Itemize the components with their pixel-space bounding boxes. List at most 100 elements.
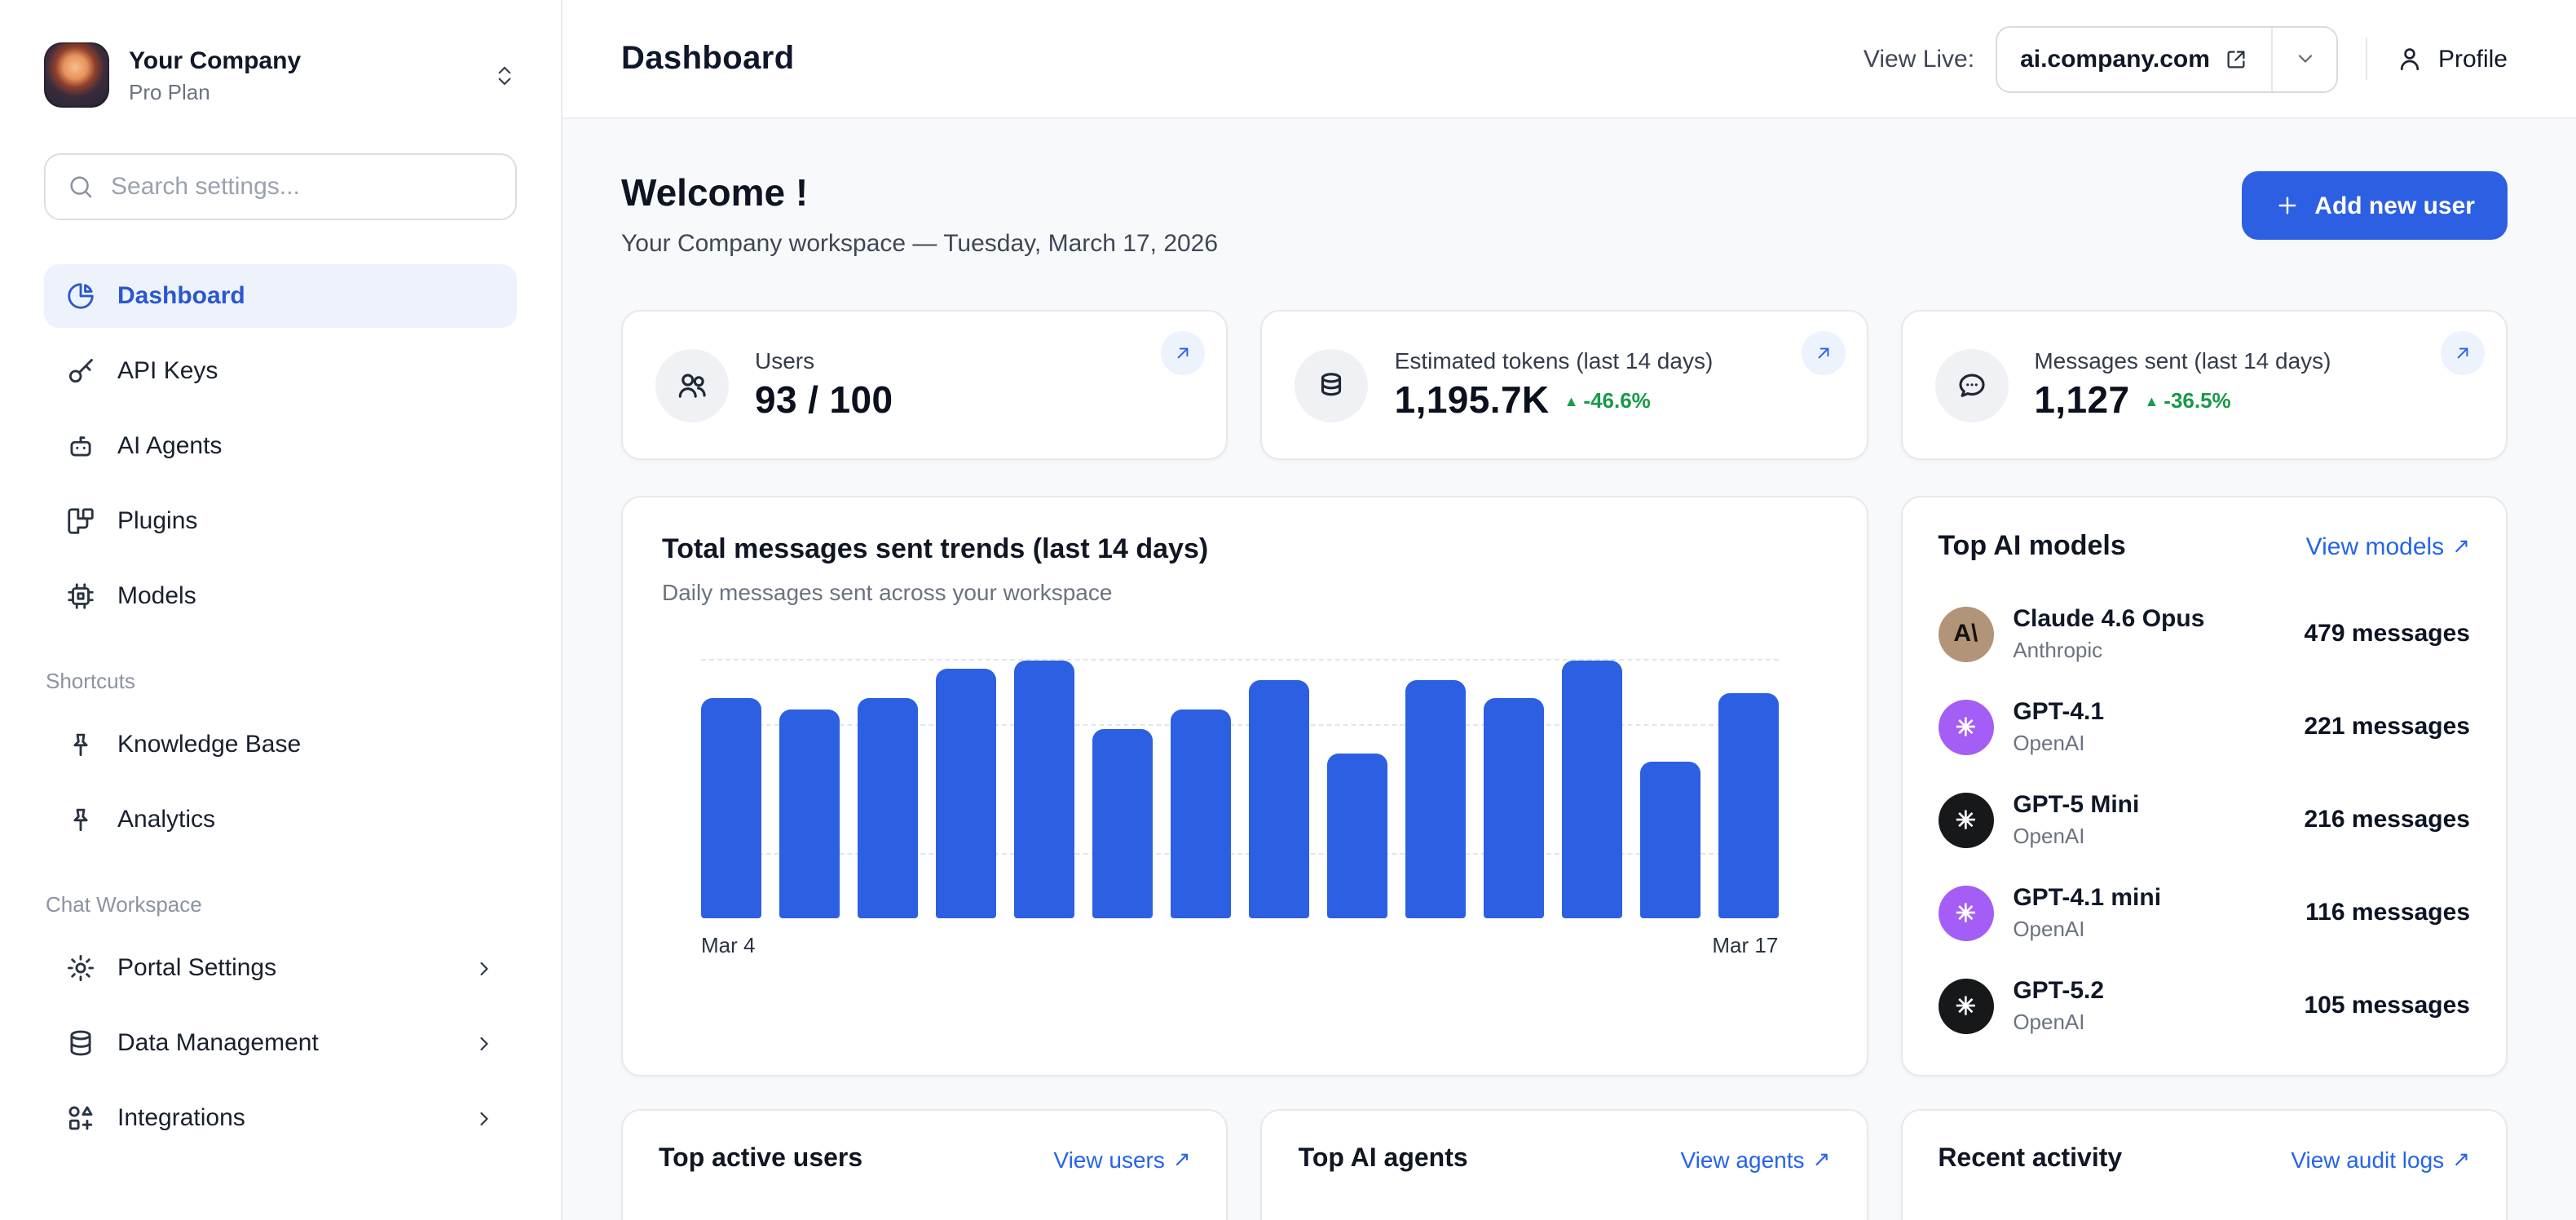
- model-avatar: ✳: [1938, 792, 1993, 847]
- model-provider: OpenAI: [2013, 1010, 2104, 1034]
- x-axis-label-start: Mar 4: [701, 933, 755, 957]
- arrow-up-right-icon: ↗: [1173, 1147, 1191, 1173]
- chevron-right-icon: [473, 1032, 496, 1054]
- workspace-name: Your Company: [129, 46, 301, 74]
- sidebar-item-label: Integrations: [117, 1104, 245, 1132]
- pie-chart-icon: [65, 281, 96, 312]
- chevron-right-icon: [473, 957, 496, 979]
- welcome-subheading: Your Company workspace — Tuesday, March …: [621, 230, 1218, 258]
- stat-open-link[interactable]: [1801, 331, 1845, 375]
- chart-bar: [779, 709, 840, 918]
- sidebar-item-models[interactable]: Models: [44, 564, 517, 628]
- top-active-users-card: Top active users View users ↗: [621, 1109, 1228, 1220]
- top-ai-models-card: Top AI models View models ↗ A\ Claude 4.…: [1900, 496, 2508, 1076]
- bar-chart: [701, 661, 1778, 918]
- chart-bar: [1639, 761, 1700, 918]
- live-domain-control: ai.company.com: [1996, 25, 2339, 92]
- sidebar-item-analytics[interactable]: Analytics: [44, 788, 517, 851]
- view-models-link[interactable]: View models ↗: [2306, 533, 2470, 560]
- stat-open-link[interactable]: [2441, 331, 2485, 375]
- model-message-count: 105 messages: [2305, 992, 2471, 1019]
- stats-row: Users 93 / 100: [621, 310, 2508, 460]
- sidebar-item-label: AI Agents: [117, 432, 222, 460]
- sidebar-item-label: Knowledge Base: [117, 731, 301, 758]
- sidebar-item-knowledge-base[interactable]: Knowledge Base: [44, 713, 517, 776]
- sidebar-item-portal-settings[interactable]: Portal Settings: [44, 936, 517, 1000]
- sidebar-item-api-keys[interactable]: API Keys: [44, 339, 517, 403]
- stat-label: Messages sent (last 14 days): [2034, 347, 2331, 374]
- model-message-count: 216 messages: [2305, 806, 2471, 833]
- model-provider: OpenAI: [2013, 824, 2139, 848]
- model-name: GPT-5.2: [2013, 977, 2104, 1005]
- chart-bar: [1171, 709, 1231, 918]
- stat-card-messages: Messages sent (last 14 days) 1,127 ▲-36.…: [1900, 310, 2508, 460]
- model-name: GPT-4.1: [2013, 698, 2104, 726]
- profile-label: Profile: [2438, 45, 2508, 73]
- view-users-link[interactable]: View users ↗: [1053, 1147, 1190, 1173]
- stat-value: 1,195.7K: [1395, 378, 1550, 422]
- coins-icon: [1295, 348, 1369, 422]
- chevrons-up-down-icon[interactable]: [492, 63, 517, 87]
- chart-bar: [1014, 661, 1074, 918]
- card-title: Top AI agents: [1299, 1145, 1468, 1174]
- shapes-icon: [65, 1103, 96, 1134]
- triangle-up-icon: ▲: [1564, 392, 1579, 409]
- view-audit-logs-link[interactable]: View audit logs ↗: [2291, 1147, 2470, 1173]
- app-window: Your Company Pro Plan Dashboard: [0, 0, 2576, 1220]
- model-avatar: ✳: [1938, 699, 1993, 754]
- model-message-count: 221 messages: [2305, 713, 2471, 740]
- stat-card-users: Users 93 / 100: [621, 310, 1228, 460]
- model-row: ✳ GPT-4.1 mini OpenAI 116 messages: [1938, 874, 2470, 951]
- settings-search[interactable]: [44, 153, 517, 220]
- stat-label: Estimated tokens (last 14 days): [1395, 347, 1714, 374]
- chart-bar: [936, 669, 996, 918]
- stat-value: 1,127: [2034, 378, 2129, 422]
- database-icon: [65, 1028, 96, 1059]
- sidebar-item-label: Data Management: [117, 1029, 319, 1057]
- sidebar-item-data-management[interactable]: Data Management: [44, 1011, 517, 1075]
- view-agents-link[interactable]: View agents ↗: [1680, 1147, 1830, 1173]
- sidebar-item-label: Plugins: [117, 507, 197, 535]
- chart-bar: [1405, 679, 1465, 918]
- model-row: ✳ GPT-4.1 OpenAI 221 messages: [1938, 688, 2470, 765]
- profile-button[interactable]: Profile: [2396, 44, 2508, 73]
- model-name: Claude 4.6 Opus: [2013, 605, 2204, 633]
- live-domain-dropdown[interactable]: [2274, 27, 2337, 91]
- model-message-count: 116 messages: [2305, 899, 2470, 926]
- chart-subtitle: Daily messages sent across your workspac…: [662, 579, 1827, 605]
- chevron-down-icon: [2294, 47, 2317, 70]
- workspace-switcher[interactable]: Your Company Pro Plan: [44, 42, 517, 108]
- pin-icon: [65, 804, 96, 835]
- workspace-plan: Pro Plan: [129, 79, 301, 104]
- divider: [2366, 38, 2368, 80]
- chart-bar: [1249, 679, 1309, 918]
- x-axis-labels: Mar 4 Mar 17: [701, 933, 1778, 957]
- bar-chart-plot: [701, 661, 1778, 918]
- live-domain-button[interactable]: ai.company.com: [1997, 27, 2272, 91]
- arrow-up-right-icon: ↗: [1813, 1147, 1831, 1173]
- welcome-section: Welcome ! Your Company workspace — Tuesd…: [621, 171, 2508, 258]
- arrow-up-right-icon: [2452, 343, 2473, 364]
- plus-icon: [2274, 192, 2300, 219]
- search-input[interactable]: [111, 173, 494, 201]
- sidebar-item-plugins[interactable]: Plugins: [44, 489, 517, 553]
- middle-row: Total messages sent trends (last 14 days…: [621, 496, 2508, 1076]
- welcome-heading: Welcome !: [621, 171, 1218, 215]
- key-icon: [65, 356, 96, 387]
- sidebar-item-label: Models: [117, 582, 196, 610]
- model-provider: Anthropic: [2013, 638, 2204, 662]
- chart-bar: [1327, 753, 1387, 918]
- page-title: Dashboard: [621, 40, 795, 77]
- sidebar-item-dashboard[interactable]: Dashboard: [44, 264, 517, 328]
- sidebar-item-ai-agents[interactable]: AI Agents: [44, 414, 517, 478]
- add-new-user-button[interactable]: Add new user: [2241, 171, 2508, 240]
- stat-delta: ▲-46.6%: [1564, 388, 1651, 413]
- cpu-icon: [65, 581, 96, 612]
- sidebar-nav: Dashboard API Keys AI Agents Plugins: [44, 264, 517, 1150]
- stat-open-link[interactable]: [1162, 331, 1206, 375]
- top-ai-agents-card: Top AI agents View agents ↗: [1261, 1109, 1868, 1220]
- sidebar-item-integrations[interactable]: Integrations: [44, 1086, 517, 1150]
- chart-bar: [701, 699, 761, 918]
- model-provider: OpenAI: [2013, 731, 2104, 755]
- stat-delta: ▲-36.5%: [2144, 388, 2230, 413]
